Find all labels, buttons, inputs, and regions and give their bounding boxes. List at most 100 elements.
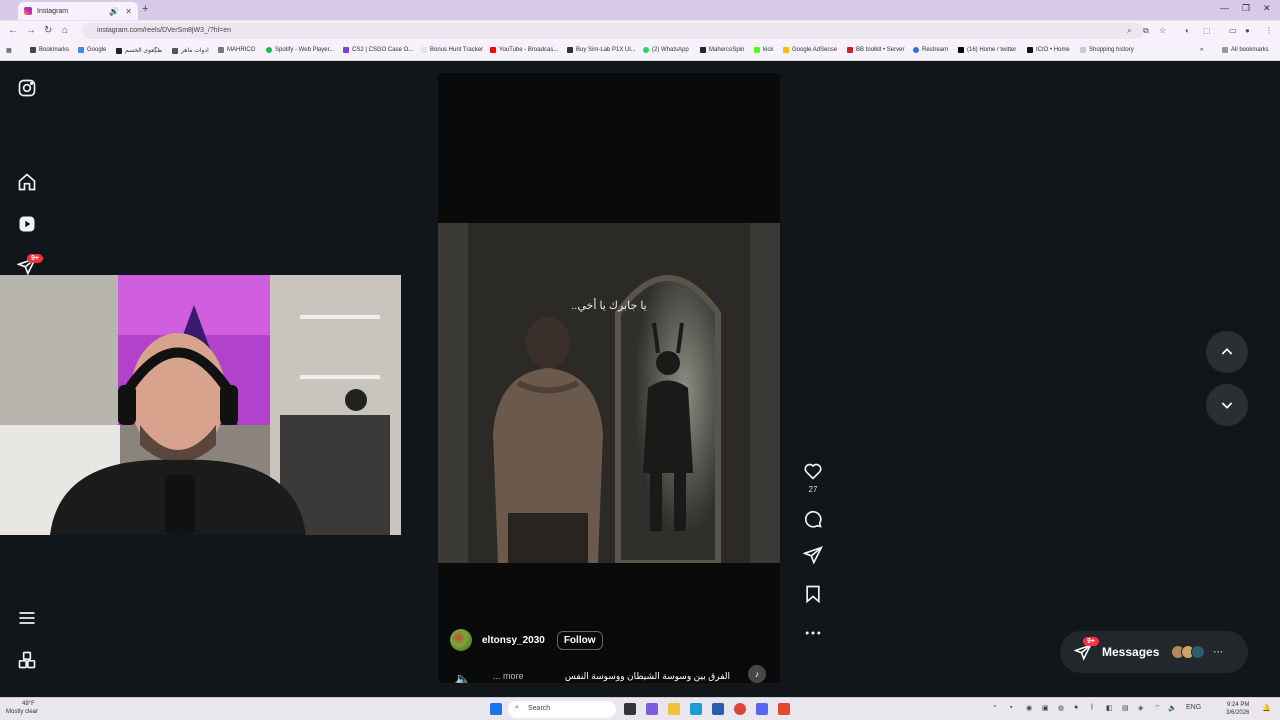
apps-grid-icon[interactable]: ▦: [6, 47, 12, 54]
chevron-down-icon: [1221, 402, 1233, 409]
browser-chrome: Instagram 🔊 ✕ + — ❐ ✕ ← → ↻ ⌂ instagram.…: [0, 0, 1280, 61]
bookmark-item[interactable]: (2) WhatsApp: [643, 47, 689, 53]
like-icon[interactable]: [802, 461, 824, 486]
messages-button[interactable]: 9+ Messages ···: [1060, 631, 1248, 673]
extension-icon[interactable]: ◐: [1185, 26, 1190, 35]
bookmark-item[interactable]: Restream: [913, 47, 948, 53]
instagram-logo-icon[interactable]: [17, 78, 37, 98]
follow-button[interactable]: Follow: [556, 630, 603, 650]
messages-badge: 9+: [1083, 637, 1099, 646]
app-icon[interactable]: [778, 703, 790, 715]
bookmark-item[interactable]: Google AdSense: [783, 47, 837, 53]
instagram-favicon-icon: [24, 7, 32, 15]
url-text: instagram.com/reels/DVerSm8jW3_/?hl=en: [97, 27, 232, 34]
tray-app-icon[interactable]: ▪: [1010, 704, 1012, 711]
menu-dots-icon[interactable]: ⋮: [1265, 26, 1273, 35]
taskbar-search[interactable]: ⌕ Search: [508, 701, 616, 718]
address-bar[interactable]: instagram.com/reels/DVerSm8jW3_/?hl=en: [82, 23, 1144, 39]
bookmark-item[interactable]: Bookmarks: [30, 47, 69, 53]
reels-nav-icon[interactable]: [17, 214, 37, 234]
new-tab-button[interactable]: +: [142, 3, 148, 15]
maximize-icon[interactable]: ❐: [1242, 3, 1250, 14]
home-nav-icon[interactable]: [17, 172, 37, 192]
bookmarks-overflow-icon[interactable]: »: [1200, 47, 1203, 53]
volume-icon[interactable]: 🔈: [454, 671, 471, 683]
zoom-icon[interactable]: ⌕: [1127, 26, 1131, 36]
bookmark-item[interactable]: Shopping history: [1080, 47, 1134, 53]
menu-hamburger-icon[interactable]: [17, 608, 37, 628]
bookmark-item[interactable]: ICIO • Home: [1027, 47, 1070, 53]
discord-icon[interactable]: [756, 703, 768, 715]
bookmark-item[interactable]: YouTube - Broadcas...: [490, 47, 558, 53]
more-apps-icon[interactable]: [17, 650, 37, 670]
tab-close-icon[interactable]: ✕: [125, 7, 132, 16]
bookmark-item[interactable]: BB toolkit • Server: [847, 47, 904, 53]
home-icon[interactable]: ⌂: [62, 25, 68, 36]
bookmark-item[interactable]: CS2 | CSGO Case O...: [343, 47, 413, 53]
extensions-puzzle-icon[interactable]: ⬚: [1203, 26, 1211, 35]
reload-icon[interactable]: ↻: [44, 25, 52, 36]
bluetooth-icon[interactable]: ᛒ: [1090, 704, 1094, 711]
chevron-up-icon: [1221, 348, 1233, 355]
copilot-icon[interactable]: [646, 703, 658, 715]
tray-app-icon[interactable]: ▤: [1122, 704, 1129, 712]
network-icon[interactable]: ⌔: [1154, 704, 1161, 713]
all-bookmarks[interactable]: All bookmarks: [1222, 47, 1269, 53]
tray-overflow-icon[interactable]: ⌃: [992, 704, 998, 712]
tray-app-icon[interactable]: ▣: [1042, 704, 1049, 712]
bookmark-item[interactable]: Buy Sim-Lab P1X Ul...: [567, 47, 636, 53]
cast-icon[interactable]: ▭: [1229, 26, 1237, 35]
close-window-icon[interactable]: ✕: [1263, 3, 1271, 14]
tab-instagram[interactable]: Instagram 🔊 ✕: [18, 2, 138, 20]
tray-app-icon[interactable]: ◈: [1138, 704, 1143, 712]
bookmark-item[interactable]: MahercoSpin: [700, 47, 744, 53]
start-icon[interactable]: [490, 703, 502, 715]
language-indicator[interactable]: ENG: [1186, 704, 1201, 711]
tray-app-icon[interactable]: ◧: [1106, 704, 1113, 712]
bookmark-item[interactable]: (16) Home / twitter: [958, 47, 1016, 53]
bookmark-item[interactable]: Bonus Hunt Tracker: [421, 47, 483, 53]
comment-icon[interactable]: [802, 509, 824, 534]
reel-player[interactable]: يا جابرك يا أخي.. eltonsy_2030 Follow 🔈 …: [438, 73, 780, 683]
bookmark-item[interactable]: Spotify - Web Player...: [266, 47, 334, 53]
volume-tray-icon[interactable]: 🔈: [1168, 704, 1177, 712]
author-username[interactable]: eltonsy_2030: [482, 635, 545, 646]
instagram-page: 9+ يا جابرك يا أخي.. eltonsy_2030 Follow…: [0, 61, 1280, 697]
bookmark-star-icon[interactable]: ☆: [1159, 26, 1166, 35]
reel-video-frame[interactable]: [438, 223, 780, 563]
audio-toggle-icon[interactable]: ♪: [748, 665, 766, 683]
bookmark-item[interactable]: Google: [78, 47, 106, 53]
tab-audio-icon[interactable]: 🔊: [109, 7, 119, 16]
author-avatar[interactable]: [450, 629, 472, 651]
back-icon[interactable]: ←: [8, 25, 18, 36]
minimize-icon[interactable]: —: [1220, 3, 1229, 13]
profile-avatar-icon[interactable]: ●: [1245, 26, 1250, 35]
more-options-icon[interactable]: [802, 623, 824, 648]
share-icon[interactable]: [802, 545, 824, 570]
forward-icon[interactable]: →: [26, 25, 36, 36]
previous-reel-button[interactable]: [1206, 331, 1248, 373]
save-icon[interactable]: [802, 584, 824, 609]
notifications-badge: 9+: [27, 254, 43, 263]
messages-more-icon[interactable]: ···: [1213, 647, 1223, 658]
task-view-icon[interactable]: [624, 703, 636, 715]
tray-app-icon[interactable]: ●: [1074, 704, 1078, 711]
next-reel-button[interactable]: [1206, 384, 1248, 426]
bookmark-item[interactable]: MAHRICO: [218, 47, 255, 53]
file-explorer-icon[interactable]: [668, 703, 680, 715]
bookmark-item[interactable]: ظڳعوی الخسم: [116, 47, 162, 54]
tray-app-icon[interactable]: ◍: [1058, 704, 1064, 712]
bookmark-item[interactable]: kick: [754, 47, 773, 53]
weather-widget[interactable]: 49°F Mostly clear: [6, 700, 38, 716]
install-icon[interactable]: ⧉: [1143, 26, 1149, 36]
notification-bell-icon[interactable]: 🔔: [1262, 704, 1271, 712]
taskbar-clock[interactable]: 9:24 PM 3/6/2026: [1226, 701, 1249, 717]
tray-app-icon[interactable]: ◉: [1026, 704, 1032, 712]
store-icon[interactable]: [712, 703, 724, 715]
chrome-icon[interactable]: [734, 703, 746, 715]
reel-description[interactable]: الفرق بين وسوسة الشيطان ووسوسة النفس: [490, 671, 730, 682]
edge-icon[interactable]: [690, 703, 702, 715]
bookmark-item[interactable]: ادوات ماهر: [172, 47, 209, 54]
weather-temp: 49°F: [22, 701, 35, 707]
bookmarks-bar: ▦ Bookmarks Google ظڳعوی الخسم ادوات ماه…: [0, 41, 1280, 61]
